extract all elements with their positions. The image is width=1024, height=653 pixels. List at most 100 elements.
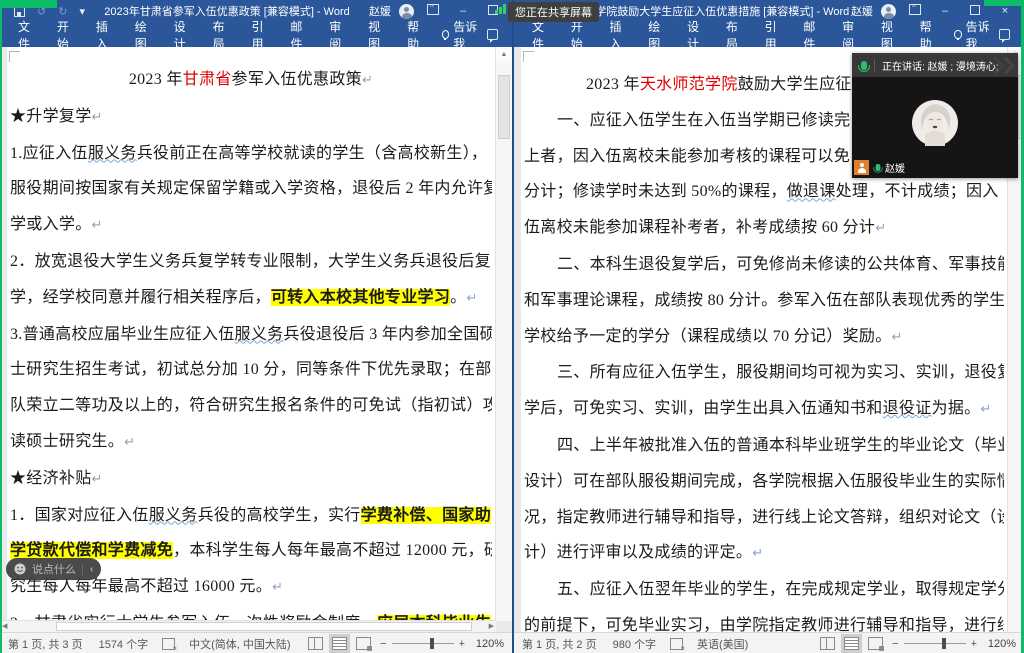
ribbon-display-options-button[interactable]	[904, 3, 926, 18]
doc-line: 3.普通高校应届毕业生应征入伍服义务兵役退役后 3 年内参加全国硕	[10, 325, 492, 343]
chat-input-pill[interactable]: 说点什么 ‹	[6, 558, 102, 580]
paragraph-mark-icon: ↵	[752, 546, 764, 562]
print-layout-icon[interactable]	[329, 634, 351, 653]
doc-line: 学，经学校同意并履行相关程序后，可转入本校其他专业学习。↵	[10, 288, 478, 306]
participant-status-icon	[854, 160, 869, 175]
lightbulb-icon	[441, 30, 450, 40]
web-layout-icon[interactable]	[868, 637, 885, 651]
page-indicator[interactable]: 第 1 页, 共 3 页	[0, 636, 91, 652]
document-page[interactable]: 2023 年甘肃省参军入伍优惠政策↵ ★升学复学↵ 1.应征入伍服义务兵役前正在高等…	[7, 47, 496, 621]
paragraph-mark-icon: ↵	[91, 471, 103, 487]
emoji-icon[interactable]	[14, 563, 26, 575]
redo-icon[interactable]: ↻	[58, 5, 67, 18]
doc-line: 的前提下，可免毕业实习，由学院指定教师进行辅导和指导，进行线	[524, 616, 1004, 632]
scroll-up-icon[interactable]: ▲	[496, 47, 512, 61]
zoom-out-button[interactable]: −	[380, 638, 386, 650]
zoom-in-button[interactable]: +	[459, 638, 465, 650]
zoom-slider-thumb[interactable]	[429, 638, 434, 649]
zoom-slider-thumb[interactable]	[941, 638, 946, 649]
speaker-bar: 正在讲话: 赵媛 ; 漫境涛心;	[852, 53, 1018, 77]
user-avatar[interactable]	[881, 3, 896, 19]
paragraph-mark-icon: ↵	[91, 109, 103, 125]
minimize-button[interactable]: –	[452, 5, 474, 17]
zoom-out-button[interactable]: −	[892, 638, 898, 650]
paragraph-mark-icon: ↵	[980, 402, 992, 418]
status-bar: 第 1 页, 共 3 页 1574 个字 中文(简体, 中国大陆) − + 12…	[0, 632, 512, 653]
paragraph-mark-icon: ↵	[891, 329, 903, 345]
word-count[interactable]: 1574 个字	[91, 636, 157, 652]
paragraph-mark-icon: ↵	[124, 434, 136, 450]
doc-line: ★升学复学↵	[10, 107, 103, 125]
doc-line: 五、应征入伍翌年毕业的学生，在完成规定学业，取得规定学分	[557, 581, 1004, 599]
minimize-button[interactable]: –	[934, 5, 956, 17]
horizontal-scrollbar[interactable]: ◀ ▶	[0, 620, 496, 632]
paragraph-mark-icon: ↵	[875, 221, 887, 237]
participant-nameplate: 赵媛	[854, 160, 911, 175]
lightbulb-icon	[954, 30, 962, 40]
paragraph-mark-icon: ↵	[361, 73, 374, 88]
doc-line: 1.应征入伍服义务兵役前正在高等学校就读的学生（含高校新生），	[10, 144, 488, 162]
status-bar: 第 1 页, 共 2 页 980 个字 英语(美国) − + 120%	[514, 632, 1024, 653]
ribbon-tabs: 文件 开始 插入 绘图 设计 布局 引用 邮件 审阅 视图 帮助 告诉我	[514, 20, 1024, 51]
comments-icon[interactable]	[486, 29, 499, 43]
vertical-scroll-thumb[interactable]	[498, 75, 510, 139]
document-text[interactable]: 2023 年甘肃省参军入伍优惠政策↵ ★升学复学↵ 1.应征入伍服义务兵役前正在高等…	[10, 47, 492, 621]
doc-line: 四、上半年被批准入伍的普通本科毕业班学生的毕业论文（毕业	[557, 436, 1004, 454]
doc-line: 分计；修读学时未达到 50%的课程，做退课处理，不计成绩；因入	[524, 183, 999, 201]
video-call-overlay[interactable]: 正在讲话: 赵媛 ; 漫境涛心; 赵媛	[852, 53, 1018, 178]
doc-line: 况，指定教师进行辅导和指导，进行线上论文答辩，组织对论文（设	[524, 508, 1004, 526]
maximize-button[interactable]	[964, 4, 986, 18]
mic-on-icon	[873, 163, 883, 173]
document-area[interactable]: 2023 年甘肃省参军入伍优惠政策↵ ★升学复学↵ 1.应征入伍服义务兵役前正在高等…	[0, 47, 512, 632]
share-border-top-left	[0, 0, 57, 8]
collapse-icon[interactable]: ‹	[82, 563, 93, 575]
user-avatar[interactable]	[399, 3, 414, 19]
word-count[interactable]: 980 个字	[605, 636, 664, 652]
proofing-errors-icon[interactable]	[670, 637, 685, 653]
horizontal-scroll-thumb[interactable]	[56, 622, 472, 631]
zoom-in-button[interactable]: +	[971, 638, 977, 650]
ribbon-tabs: 文件 开始 插入 绘图 设计 布局 引用 邮件 审阅 视图 帮助 告诉我	[0, 20, 512, 51]
vertical-scrollbar[interactable]: ▲	[495, 47, 512, 621]
language-indicator[interactable]: 英语(美国)	[689, 636, 756, 652]
participant-name: 赵媛	[885, 164, 905, 175]
share-border-top-right	[984, 0, 1024, 6]
comments-icon[interactable]	[998, 29, 1011, 43]
chat-placeholder[interactable]: 说点什么	[32, 561, 76, 577]
doc-line: 和军事理论课程，成绩按 80 分计。参军入伍在部队表现优秀的学生，	[524, 291, 1004, 309]
doc-line: 服役期间按国家有关规定保留学籍或入学资格，退役后 2 年内允许复	[10, 180, 492, 198]
paragraph-mark-icon: ↵	[91, 218, 103, 234]
doc-line: 二、本科生退役复学后，可免修尚未修读的公共体育、军事技能	[557, 255, 1004, 273]
close-button[interactable]: ×	[994, 5, 1016, 17]
read-mode-icon[interactable]	[820, 637, 836, 650]
scroll-left-icon[interactable]: ◀	[2, 622, 7, 630]
doc-line: 士研究生招生考试，初试总分加 10 分，同等条件下优先录取；在部	[10, 361, 492, 379]
microphone-icon	[858, 60, 870, 72]
read-mode-icon[interactable]	[308, 637, 324, 650]
page-indicator[interactable]: 第 1 页, 共 2 页	[514, 636, 605, 652]
doc-line: ★经济补贴↵	[10, 469, 103, 487]
doc-line: 1．国家对应征入伍服义务兵役的高校学生，实行学费补偿、国家助	[10, 506, 492, 524]
zoom-percentage[interactable]: 120%	[986, 638, 1016, 650]
paragraph-mark-icon: ↵	[272, 580, 284, 596]
signal-bars-icon	[495, 4, 506, 14]
language-indicator[interactable]: 中文(简体, 中国大陆)	[181, 636, 298, 652]
web-layout-icon[interactable]	[356, 637, 373, 651]
proofing-errors-icon[interactable]	[162, 637, 177, 653]
doc-line: 队荣立二等功及以上的，符合研究生报名条件的可免试（指初试）攻	[10, 397, 492, 415]
screen-share-notice: 您正在共享屏幕	[508, 2, 599, 22]
scroll-right-icon[interactable]: ▶	[489, 622, 494, 630]
zoom-slider[interactable]	[903, 638, 966, 649]
video-frame[interactable]: 赵媛	[852, 77, 1018, 178]
print-layout-icon[interactable]	[841, 634, 863, 653]
doc-line: 三、所有应征入伍学生，服役期间均可视为实习、实训，退役复	[557, 364, 1004, 382]
doc-line: 计）进行评审以及成绩的评定。↵	[524, 544, 764, 562]
zoom-percentage[interactable]: 120%	[474, 638, 504, 650]
ribbon-display-options-button[interactable]	[422, 3, 444, 18]
doc-line: 学校给予一定的学分（课程成绩以 70 分记）奖励。↵	[524, 327, 903, 345]
paragraph-mark-icon: ↵	[466, 290, 478, 306]
zoom-slider[interactable]	[391, 638, 454, 649]
speaking-label: 正在讲话: 赵媛 ; 漫境涛心;	[882, 61, 999, 73]
doc-line: 学或入学。↵	[10, 216, 103, 234]
participant-avatar	[912, 100, 958, 147]
